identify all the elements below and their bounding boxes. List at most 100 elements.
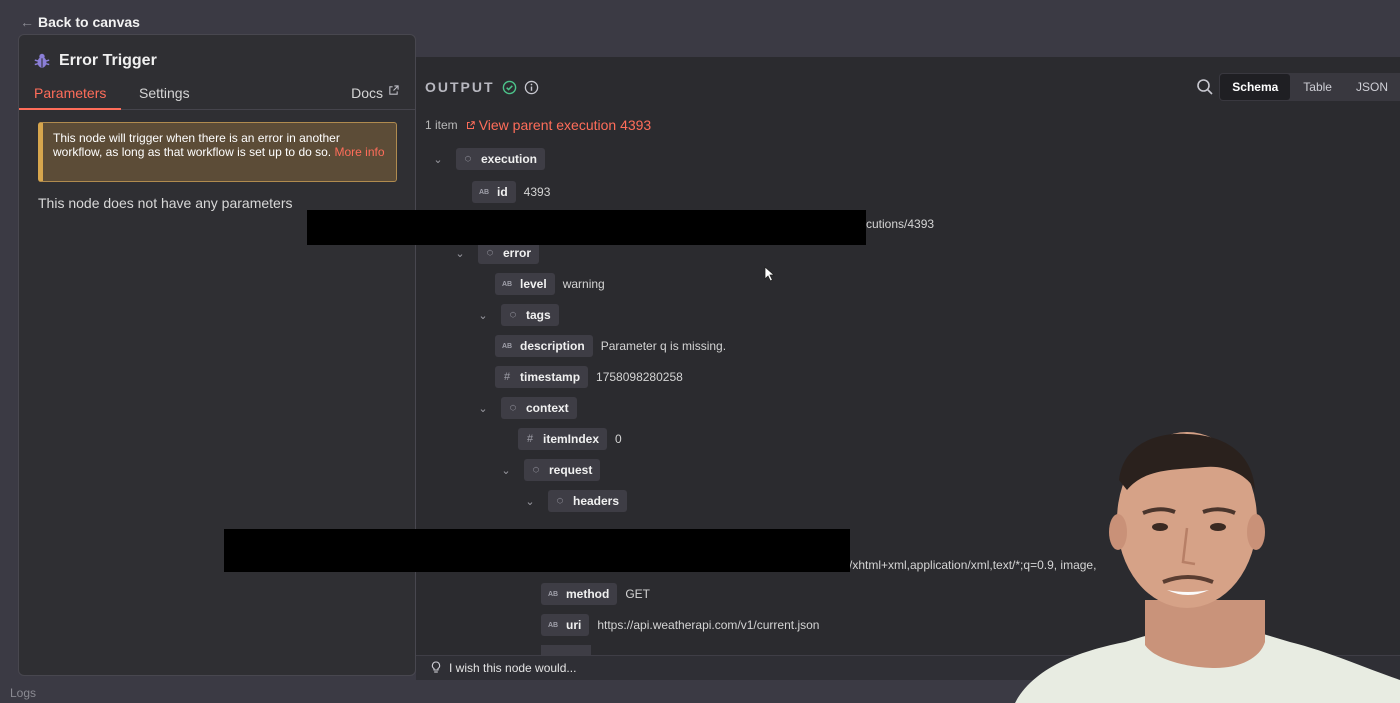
view-json-button[interactable]: JSON [1344, 74, 1400, 100]
item-info-row: 1 item View parent execution 4393 [425, 117, 651, 133]
tree-field-itemindex: # itemIndex 0 [518, 428, 622, 450]
key-label: level [520, 277, 547, 291]
key-label: uri [566, 618, 582, 632]
output-header: OUTPUT [425, 79, 539, 95]
object-icon: ⬡ [509, 405, 517, 412]
key-pill: ⬡ execution [456, 148, 546, 170]
feedback-text: I wish this node would... [449, 661, 577, 675]
info-icon[interactable] [524, 80, 539, 95]
key-label: execution [481, 152, 538, 166]
back-to-canvas-link[interactable]: ← Back to canvas [20, 14, 140, 30]
key-pill: ⬡ request [524, 459, 601, 481]
key-pill [541, 645, 591, 655]
external-link-icon [389, 85, 399, 95]
key-label: method [566, 587, 610, 601]
key-pill: ⬡ tags [501, 304, 559, 326]
chevron-down-icon[interactable]: ⌄ [432, 153, 444, 166]
trigger-info-callout: This node will trigger when there is an … [38, 122, 397, 182]
parent-link-text: View parent execution 4393 [478, 117, 652, 133]
chevron-down-icon[interactable]: ⌄ [524, 495, 536, 508]
key-pill: # timestamp [495, 366, 589, 388]
bug-icon [34, 53, 50, 68]
field-value: 1758098280258 [596, 370, 683, 384]
key-label: context [526, 401, 569, 415]
docs-link[interactable]: Docs [351, 85, 399, 110]
node-title: Error Trigger [33, 52, 157, 70]
key-label: tags [526, 308, 551, 322]
arrow-left-icon: ← [20, 14, 34, 30]
back-label: Back to canvas [38, 14, 140, 30]
callout-text: This node will trigger when there is an … [53, 131, 340, 159]
redaction-bar [307, 210, 866, 245]
view-parent-execution-link[interactable]: View parent execution 4393 [466, 117, 652, 133]
number-type-icon: # [526, 433, 534, 445]
tree-node-execution[interactable]: ⌄ ⬡ execution [432, 148, 546, 170]
field-value: 4393 [523, 185, 551, 199]
key-pill: ⬡ error [478, 242, 540, 264]
chevron-down-icon[interactable]: ⌄ [477, 402, 489, 415]
key-pill: AB uri [541, 614, 590, 636]
tree-node-error[interactable]: ⌄ ⬡ error [454, 242, 540, 264]
object-icon: ⬡ [556, 498, 564, 505]
panel-header: Error Trigger Parameters Settings Docs [18, 35, 415, 110]
tab-parameters[interactable]: Parameters [18, 85, 122, 110]
tree-node-context[interactable]: ⌄ ⬡ context [477, 397, 577, 419]
logs-toggle[interactable]: Logs [10, 686, 36, 700]
view-mode-switch: Schema Table JSON [1219, 73, 1400, 101]
docs-label: Docs [351, 85, 383, 101]
key-label: id [497, 185, 508, 199]
string-type-icon: AB [478, 188, 490, 196]
field-value: 0 [615, 432, 622, 446]
view-table-button[interactable]: Table [1291, 74, 1344, 100]
mouse-cursor-icon [764, 266, 776, 282]
key-pill: AB description [495, 335, 593, 357]
key-label: description [520, 339, 585, 353]
chevron-down-icon[interactable]: ⌄ [477, 309, 489, 322]
search-icon[interactable] [1196, 78, 1214, 96]
chevron-down-icon[interactable]: ⌄ [500, 464, 512, 477]
field-value: Parameter q is missing. [600, 339, 727, 353]
chevron-down-icon[interactable]: ⌄ [454, 247, 466, 260]
lightbulb-icon [431, 661, 441, 673]
string-type-icon: AB [501, 342, 513, 350]
tree-field-description: AB description Parameter q is missing. [495, 335, 726, 357]
field-value: GET [625, 587, 651, 601]
tree-field-timestamp: # timestamp 1758098280258 [495, 366, 683, 388]
key-pill: # itemIndex [518, 428, 608, 450]
node-title-text: Error Trigger [59, 52, 157, 69]
key-label: error [503, 246, 532, 260]
number-type-icon: # [503, 371, 511, 383]
redaction-bar [224, 529, 850, 572]
tree-node-tags[interactable]: ⌄ ⬡ tags [477, 304, 559, 326]
key-label: request [549, 463, 593, 477]
field-value: cutions/4393 [866, 217, 935, 231]
output-label: OUTPUT [425, 79, 495, 95]
string-type-icon: AB [547, 590, 559, 598]
tree-node-request[interactable]: ⌄ ⬡ request [500, 459, 601, 481]
more-info-link[interactable]: More info [334, 145, 384, 159]
tree-field-url-partial: cutions/4393 [866, 213, 934, 235]
tree-node-headers[interactable]: ⌄ ⬡ headers [524, 490, 628, 512]
key-pill: ⬡ headers [548, 490, 628, 512]
tree-field-cut-off [541, 645, 591, 655]
external-link-icon [466, 120, 475, 129]
object-icon: ⬡ [464, 156, 472, 163]
key-label: headers [573, 494, 620, 508]
item-count: 1 item [425, 118, 458, 132]
tree-field-uri: AB uri https://api.weatherapi.com/v1/curr… [541, 614, 819, 636]
tab-settings[interactable]: Settings [139, 85, 190, 110]
field-value: warning [562, 277, 605, 291]
node-parameters-panel: Error Trigger Parameters Settings Docs T… [18, 34, 416, 676]
feedback-hint[interactable]: I wish this node would... [431, 661, 576, 675]
object-icon: ⬡ [486, 250, 494, 257]
tree-field-id: AB id 4393 [472, 181, 550, 203]
success-check-icon [502, 80, 516, 94]
key-label: timestamp [520, 370, 581, 384]
key-pill: AB id [472, 181, 516, 203]
object-icon: ⬡ [532, 467, 540, 474]
key-pill: AB method [541, 583, 618, 605]
panel-tabs: Parameters Settings Docs [18, 85, 415, 110]
tree-field-method: AB method GET [541, 583, 650, 605]
key-pill: ⬡ context [501, 397, 577, 419]
view-schema-button[interactable]: Schema [1220, 74, 1291, 100]
